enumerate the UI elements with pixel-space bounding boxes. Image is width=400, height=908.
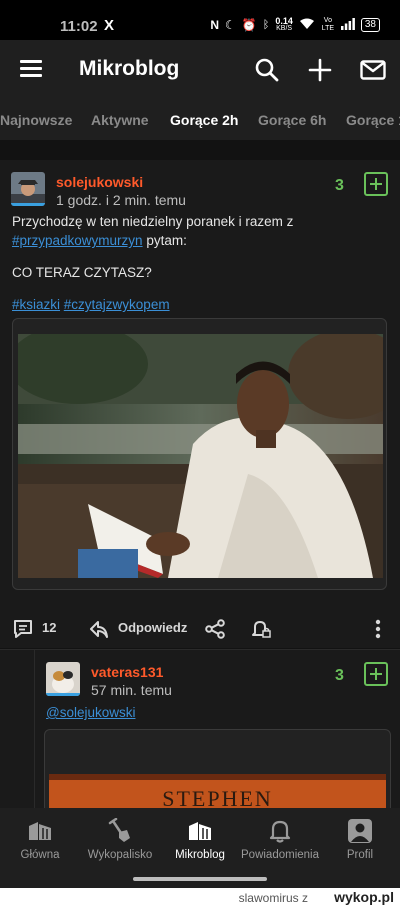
watermark-sep: z — [302, 891, 308, 905]
gesture-bar[interactable] — [0, 872, 400, 888]
tab-najnowsze[interactable]: Najnowsze — [0, 112, 72, 128]
nav-label: Profil — [346, 849, 374, 861]
watermark-user: slawomirus — [238, 891, 299, 905]
upvote-button[interactable] — [364, 172, 388, 196]
share-icon[interactable] — [204, 618, 226, 640]
post-body: Przychodzę w ten niedzielny poranek i ra… — [12, 212, 392, 314]
signal-icon — [340, 17, 355, 33]
profile-icon — [348, 819, 372, 843]
page-title: Mikroblog — [79, 57, 180, 80]
wifi-icon — [299, 18, 315, 33]
search-icon[interactable] — [253, 56, 281, 84]
status-icons: N ☾ ⏰ ᛒ 0.14 KB/S Vo LTE 38 — [210, 17, 380, 33]
comment-image[interactable]: STEPHEN — [49, 774, 386, 808]
post-card: solejukowski 1 godz. i 2 min. temu 3 Prz… — [0, 160, 400, 648]
comments-count[interactable]: 12 — [42, 620, 56, 635]
app-header: Mikroblog — [0, 40, 400, 100]
tab-bar: Najnowsze Aktywne Gorące 2h Gorące 6h Go… — [0, 100, 400, 140]
reply-icon[interactable] — [88, 618, 110, 640]
watermark-text: slawomirus z — [239, 891, 308, 905]
nav-label: Główna — [20, 849, 60, 861]
post-text-line2: #przypadkowymurzyn pytam: — [12, 231, 392, 250]
post-image[interactable] — [18, 334, 383, 578]
watermark: slawomirus z wykop.pl — [0, 888, 400, 908]
plus-icon[interactable] — [306, 56, 334, 84]
mikroblog-icon — [189, 822, 211, 840]
comment-author[interactable]: vateras131 — [91, 664, 163, 680]
net-speed: 0.14 KB/S — [275, 17, 293, 33]
book-title-text: STEPHEN — [162, 786, 273, 808]
nfc-icon: N — [210, 18, 220, 32]
status-time: 11:02 — [60, 18, 98, 35]
comments-icon[interactable] — [12, 618, 34, 640]
net-speed-value: 0.14 — [275, 16, 293, 26]
more-options-icon[interactable] — [368, 618, 388, 640]
tab-gorace-2h[interactable]: Gorące 2h — [170, 112, 238, 128]
post-text-line1: Przychodzę w ten niedzielny poranek i ra… — [12, 214, 294, 229]
post-text-rest: pytam: — [142, 233, 187, 248]
comment-card: vateras131 57 min. temu 3 @solejukowski … — [0, 649, 400, 808]
wykop-logo: wykop.pl — [334, 889, 394, 905]
upvote-button[interactable] — [364, 662, 388, 686]
vote-count: 3 — [335, 177, 344, 194]
reply-button[interactable]: Odpowiedz — [118, 620, 187, 635]
nav-label: Powiadomienia — [241, 849, 319, 861]
moon-icon: ☾ — [225, 18, 236, 32]
tag-link[interactable]: #czytajzwykopem — [64, 297, 170, 312]
nav-label: Wykopalisko — [87, 849, 153, 861]
post-time[interactable]: 1 godz. i 2 min. temu — [56, 192, 186, 208]
status-bar: 11:02 X N ☾ ⏰ ᛒ 0.14 KB/S Vo LTE 38 — [0, 0, 400, 40]
menu-icon[interactable] — [20, 60, 42, 78]
battery-icon: 38 — [360, 18, 380, 32]
x-app-icon: X — [104, 17, 115, 34]
bell-icon — [269, 820, 291, 843]
volte-label: Vo LTE — [321, 17, 335, 32]
net-speed-unit: KB/S — [276, 25, 293, 32]
nav-profil[interactable]: Profil — [320, 808, 400, 872]
comment-time[interactable]: 57 min. temu — [91, 682, 172, 698]
feed[interactable]: solejukowski 1 godz. i 2 min. temu 3 Prz… — [0, 140, 400, 808]
wykop-home-icon — [29, 822, 51, 840]
nav-glowna[interactable]: Główna — [0, 808, 80, 872]
phone-screen: 11:02 X N ☾ ⏰ ᛒ 0.14 KB/S Vo LTE 38 Mikr… — [0, 0, 400, 888]
avatar[interactable] — [46, 662, 80, 696]
tab-aktywne[interactable]: Aktywne — [91, 112, 149, 128]
post-question: CO TERAZ CZYTASZ? — [12, 265, 152, 280]
tag-link[interactable]: #przypadkowymurzyn — [12, 233, 143, 248]
tab-gorace-12h[interactable]: Gorące 12h — [346, 112, 400, 128]
notify-bell-lock-icon[interactable] — [250, 618, 272, 640]
bottom-nav: Główna Wykopalisko Mikroblog Powiadomien… — [0, 808, 400, 872]
tab-gorace-6h[interactable]: Gorące 6h — [258, 112, 326, 128]
comment-image-frame[interactable]: STEPHEN — [44, 729, 391, 808]
post-actions: 12 Odpowiedz — [0, 608, 400, 652]
bluetooth-icon: ᛒ — [262, 19, 270, 31]
shovel-icon — [108, 818, 130, 842]
post-image-frame[interactable] — [12, 318, 387, 590]
nav-mikroblog[interactable]: Mikroblog — [160, 808, 240, 872]
nav-wykopalisko[interactable]: Wykopalisko — [80, 808, 160, 872]
alarm-icon: ⏰ — [241, 18, 257, 32]
mention-link[interactable]: @solejukowski — [46, 703, 135, 722]
avatar[interactable] — [11, 172, 45, 206]
nav-powiadomienia[interactable]: Powiadomienia — [240, 808, 320, 872]
post-tags: #ksiazki #czytajzwykopem — [12, 295, 392, 314]
tag-link[interactable]: #ksiazki — [12, 297, 60, 312]
nav-label: Mikroblog — [175, 849, 225, 861]
post-author[interactable]: solejukowski — [56, 174, 143, 190]
mail-icon[interactable] — [359, 56, 387, 84]
vote-count: 3 — [335, 667, 344, 684]
